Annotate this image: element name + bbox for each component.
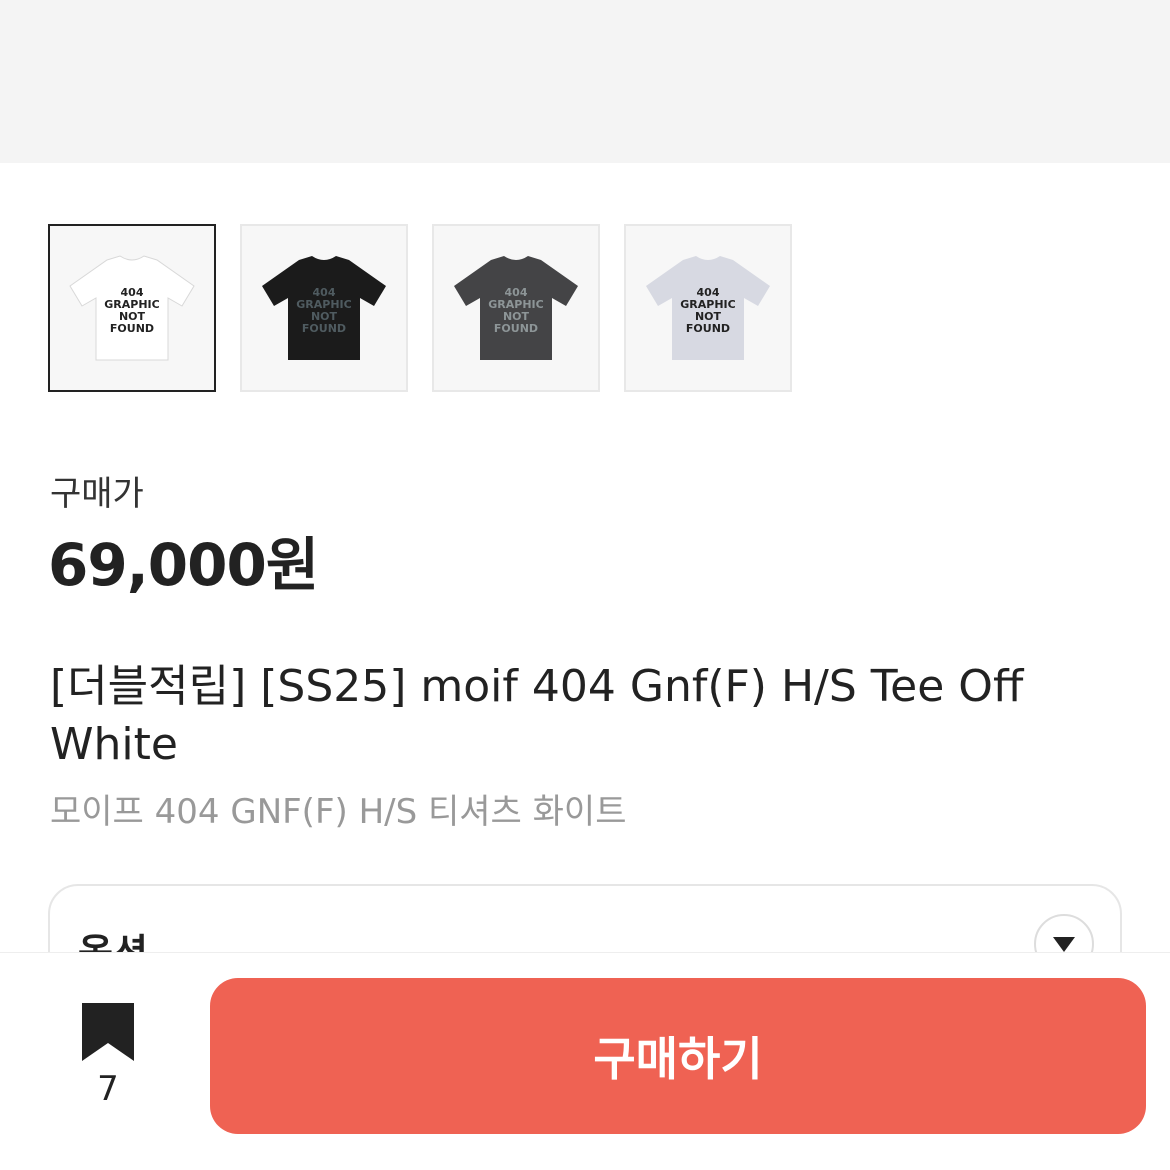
product-subtitle: 모이프 404 GNF(F) H/S 티셔츠 화이트 [50, 792, 627, 832]
tshirt-lavender-image: 404 GRAPHIC NOT FOUND [646, 256, 770, 360]
product-title: [더블적립] [SS25] moif 404 Gnf(F) H/S Tee Of… [50, 661, 1024, 770]
bottom-action-bar: 7 구매하기 [0, 952, 1170, 1170]
chevron-down-icon-glyph [1053, 937, 1075, 952]
thumbnail-4[interactable]: 404 GRAPHIC NOT FOUND [624, 224, 792, 392]
print-line-4: FOUND [494, 322, 538, 335]
product-image-area [0, 0, 1170, 163]
thumbnail-list: 404 GRAPHIC NOT FOUND 404 GRAPHIC NOT FO… [48, 224, 792, 392]
bookmark-icon [82, 1003, 134, 1061]
tshirt-black-image: 404 GRAPHIC NOT FOUND [262, 256, 386, 360]
thumbnail-2[interactable]: 404 GRAPHIC NOT FOUND [240, 224, 408, 392]
tshirt-charcoal-image: 404 GRAPHIC NOT FOUND [454, 256, 578, 360]
bookmark-button[interactable]: 7 [68, 1001, 148, 1109]
print-line-4: FOUND [110, 322, 154, 335]
tshirt-white-image: 404 GRAPHIC NOT FOUND [69, 255, 195, 361]
buy-button[interactable]: 구매하기 [210, 978, 1146, 1134]
thumbnail-3[interactable]: 404 GRAPHIC NOT FOUND [432, 224, 600, 392]
print-line-4: FOUND [686, 322, 730, 335]
bookmark-count: 7 [97, 1069, 119, 1109]
price-label: 구매가 [50, 474, 144, 514]
price-value: 69,000원 [48, 531, 319, 599]
print-line-4: FOUND [302, 322, 346, 335]
thumbnail-1[interactable]: 404 GRAPHIC NOT FOUND [48, 224, 216, 392]
